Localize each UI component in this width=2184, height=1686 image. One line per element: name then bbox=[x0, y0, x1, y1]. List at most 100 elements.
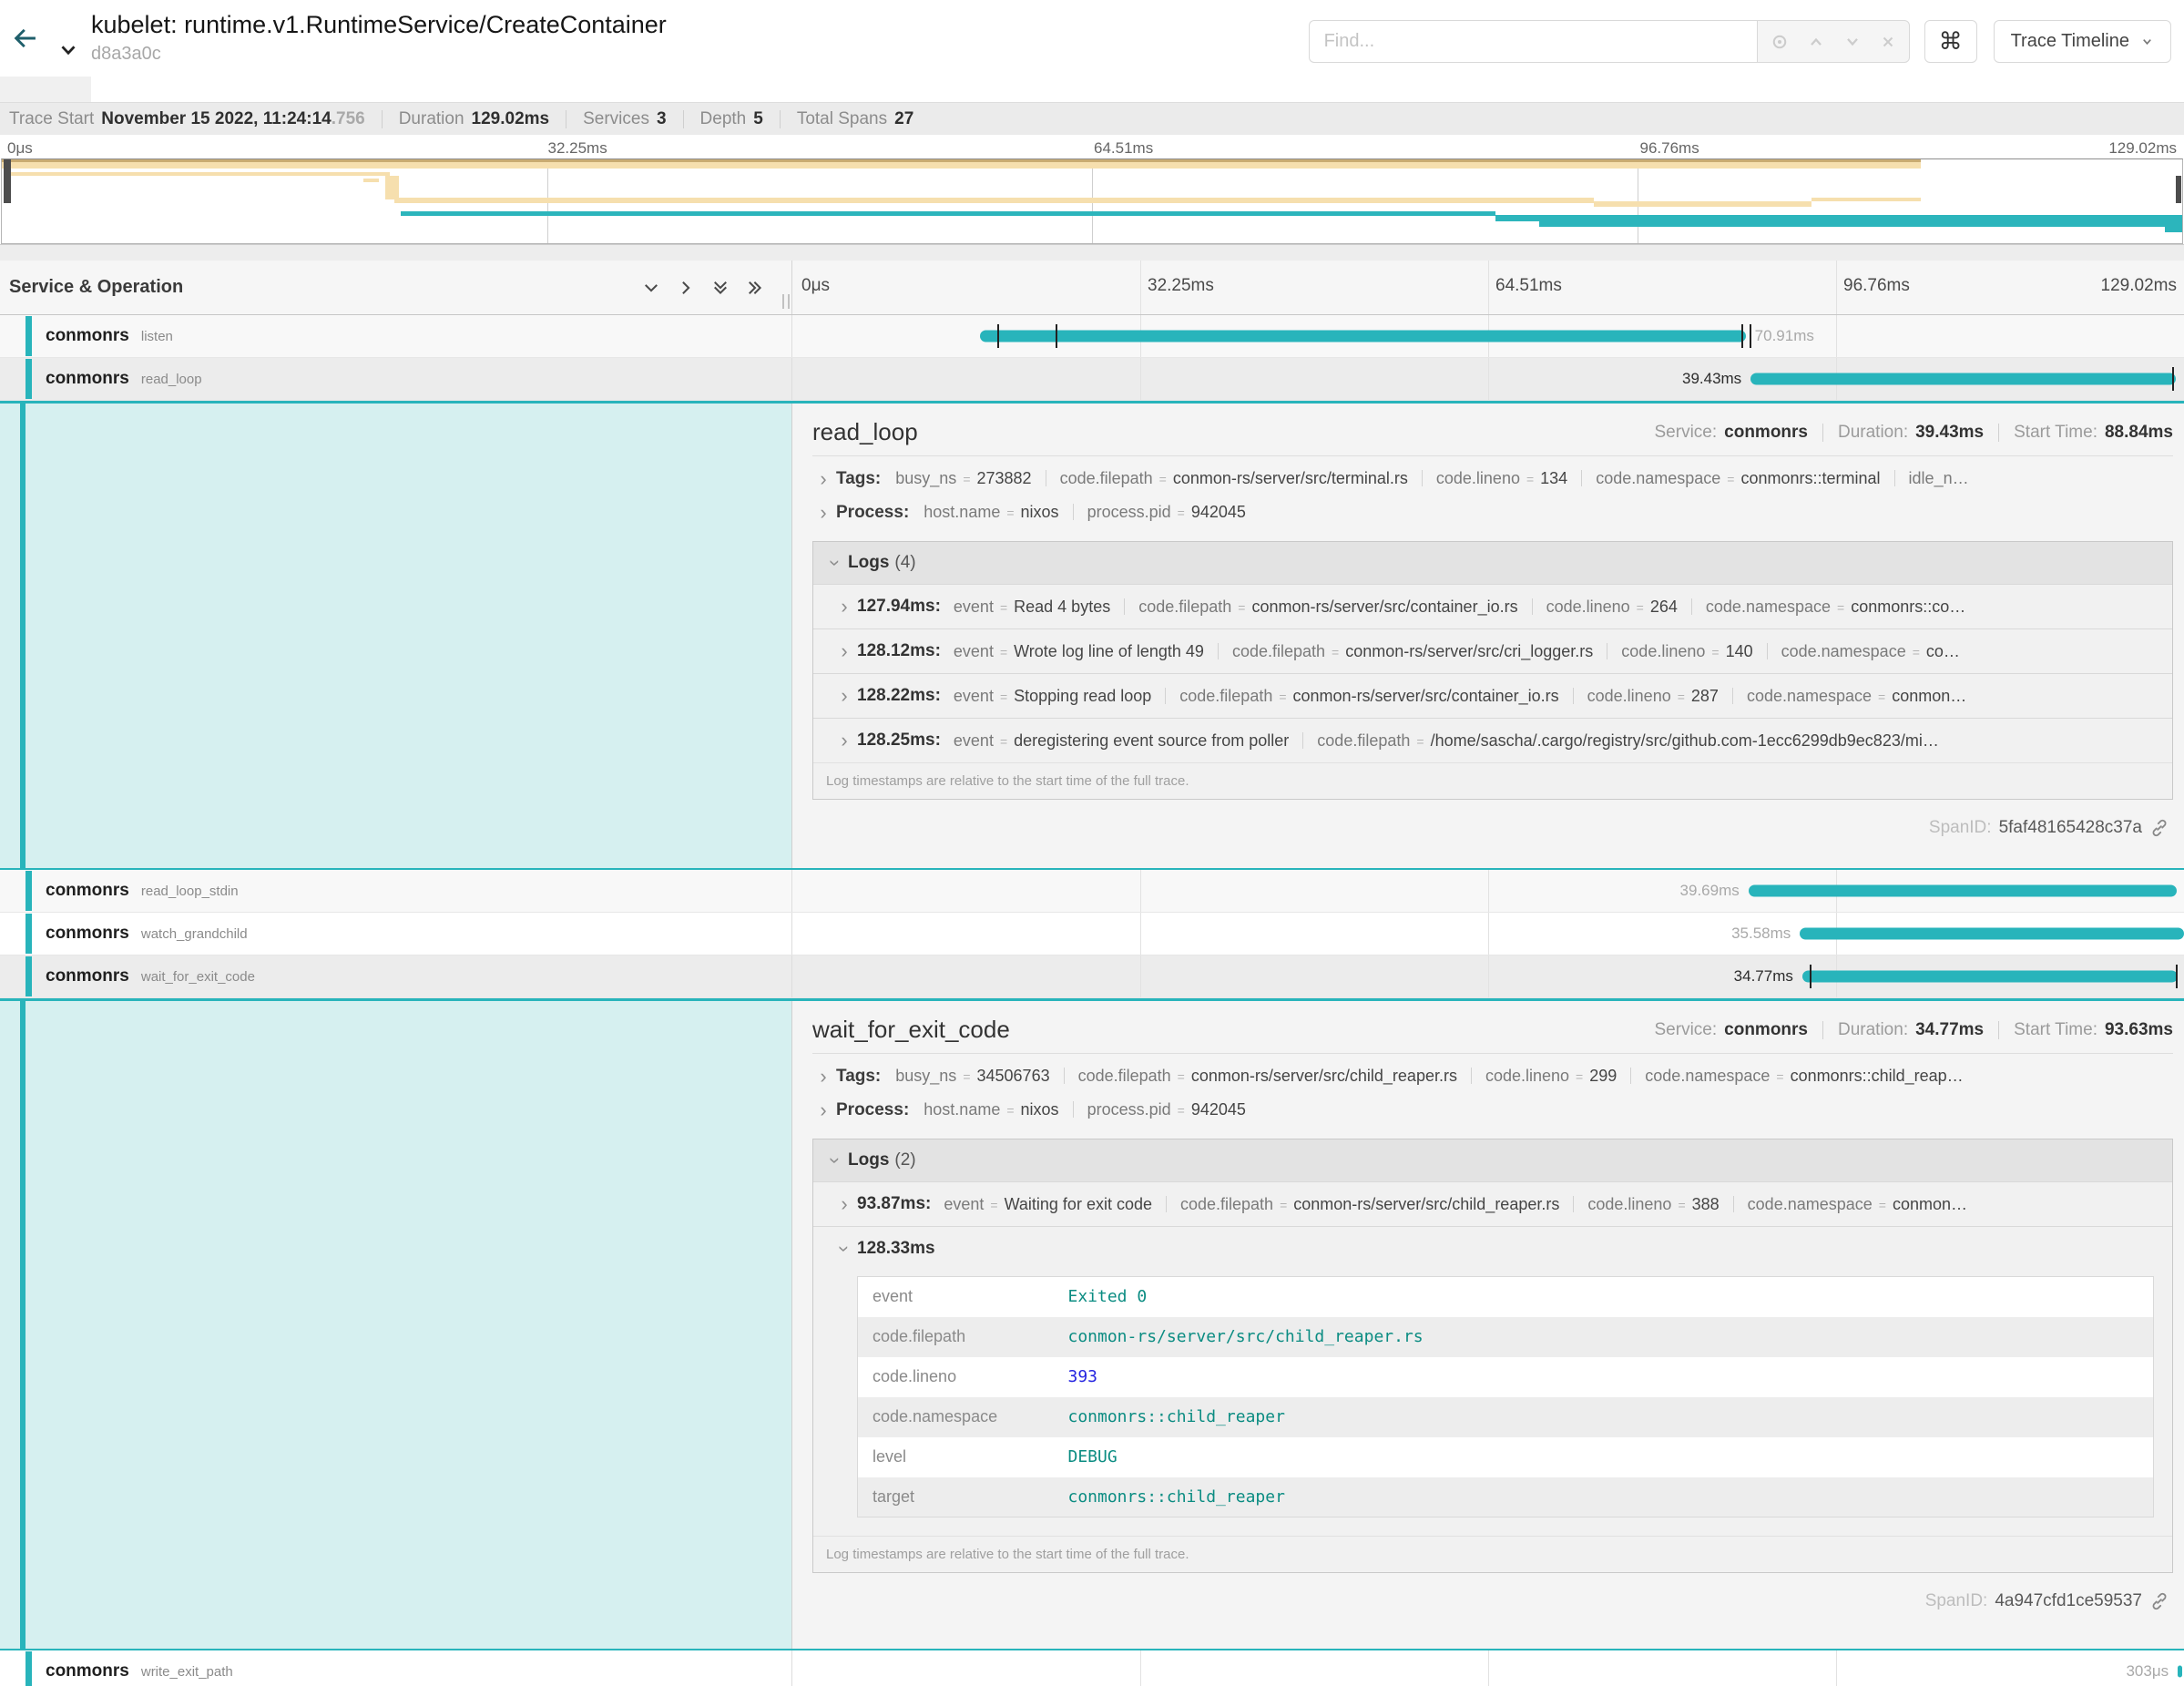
log-marker-tick bbox=[1810, 965, 1811, 988]
span-row-read-loop[interactable]: conmonrs read_loop 39.43ms bbox=[0, 358, 2184, 401]
logs-count: (2) bbox=[894, 1150, 915, 1170]
divider bbox=[780, 110, 781, 128]
expand-all-button[interactable] bbox=[746, 279, 764, 297]
timeline-cell[interactable]: 70.91ms bbox=[792, 315, 2184, 357]
keyboard-shortcuts-button[interactable]: ⌘ bbox=[1924, 20, 1977, 63]
expand-one-button[interactable] bbox=[677, 279, 695, 297]
chevron-down-icon bbox=[2140, 35, 2154, 48]
trace-view-dropdown[interactable]: Trace Timeline bbox=[1994, 20, 2171, 63]
span-row-listen[interactable]: conmonrs listen 70.91ms bbox=[0, 315, 2184, 358]
span-row-wait-for-exit-code[interactable]: conmonrs wait_for_exit_code 34.77ms bbox=[0, 955, 2184, 998]
chevron-right-icon bbox=[677, 279, 695, 297]
span-bar[interactable] bbox=[1800, 928, 2183, 940]
chevron-down-icon bbox=[1843, 33, 1862, 51]
timeline-cell[interactable]: 39.69ms bbox=[792, 870, 2184, 912]
collapse-one-button[interactable] bbox=[642, 279, 660, 297]
span-tree-guide bbox=[20, 1001, 26, 1649]
collapse-all-button[interactable] bbox=[711, 279, 730, 297]
span-bar[interactable] bbox=[980, 331, 1745, 342]
timeline-cell[interactable]: 34.77ms bbox=[792, 955, 2184, 997]
chevron-right-icon bbox=[812, 503, 834, 523]
deep-link-icon[interactable] bbox=[2149, 1591, 2169, 1611]
next-match-button[interactable] bbox=[1843, 33, 1862, 51]
field-value: conmon-rs/server/src/child_reaper.rs bbox=[1054, 1317, 2154, 1357]
log-field-row: code.namespaceconmonrs::child_reaper bbox=[858, 1397, 2154, 1437]
log-marker-tick bbox=[1750, 324, 1751, 348]
span-detail-meta: Service:conmonrs Duration:39.43ms Start … bbox=[1655, 423, 2174, 443]
span-bar[interactable] bbox=[2178, 1666, 2182, 1678]
summary-item: Total Spans27 bbox=[797, 109, 913, 129]
log-kv-list: event=Waiting for exit codecode.filepath… bbox=[944, 1195, 2172, 1214]
timeline-cell[interactable]: 39.43ms bbox=[792, 358, 2184, 400]
log-row[interactable]: 128.25ms: event=deregistering event sour… bbox=[813, 718, 2172, 762]
find-input[interactable] bbox=[1309, 20, 1757, 63]
span-row-watch-grandchild[interactable]: conmonrs watch_grandchild 35.58ms bbox=[0, 913, 2184, 955]
log-row[interactable]: 128.22ms: event=Stopping read loopcode.f… bbox=[813, 673, 2172, 718]
kv-key: code.namespace bbox=[1645, 1067, 1770, 1085]
process-accordion[interactable]: Process: host.name=nixosprocess.pid=9420… bbox=[812, 496, 2173, 529]
divider bbox=[382, 110, 383, 128]
spanid-label: SpanID: bbox=[1925, 1591, 1988, 1611]
field-value: DEBUG bbox=[1054, 1437, 2154, 1477]
kv-value: 299 bbox=[1589, 1067, 1617, 1085]
kv-value: /home/sascha/.cargo/registry/src/github.… bbox=[1431, 731, 1939, 750]
operation-name: watch_grandchild bbox=[141, 926, 248, 942]
log-row[interactable]: 128.12ms: event=Wrote log line of length… bbox=[813, 628, 2172, 673]
back-button[interactable] bbox=[0, 9, 51, 67]
kv-key: process.pid bbox=[1087, 1100, 1171, 1119]
kv-key: code.lineno bbox=[1546, 598, 1630, 616]
field-value: Exited 0 bbox=[1054, 1277, 2154, 1317]
column-resizer-handle[interactable] bbox=[782, 294, 790, 309]
ruler-tick: 96.76ms bbox=[1640, 139, 1699, 158]
span-bar[interactable] bbox=[1750, 373, 2176, 385]
trace-header-collapse-button[interactable] bbox=[51, 9, 86, 67]
chevron-right-icon bbox=[812, 1067, 834, 1087]
process-accordion[interactable]: Process: host.name=nixosprocess.pid=9420… bbox=[812, 1093, 2173, 1127]
span-bar[interactable] bbox=[1749, 885, 2178, 897]
minimap[interactable] bbox=[1, 158, 2183, 244]
field-value: 393 bbox=[1054, 1357, 2154, 1397]
timeline-cell[interactable]: 35.58ms bbox=[792, 913, 2184, 955]
spacer bbox=[0, 244, 2184, 261]
kv-value: conmon-rs/server/src/cri_logger.rs bbox=[1345, 642, 1593, 660]
kv-value: conmonrs::terminal bbox=[1740, 469, 1880, 487]
logs-header[interactable]: Logs (2) bbox=[813, 1139, 2172, 1181]
logs-header[interactable]: Logs (4) bbox=[813, 542, 2172, 584]
kv-value: Waiting for exit code bbox=[1005, 1195, 1152, 1213]
span-row-write-exit-path[interactable]: conmonrs write_exit_path 303μs bbox=[0, 1650, 2184, 1686]
span-bar[interactable] bbox=[1802, 971, 2178, 983]
arrow-left-icon bbox=[10, 23, 41, 54]
span-duration-label: 70.91ms bbox=[1755, 327, 1814, 345]
chevron-right-icon bbox=[812, 469, 834, 489]
field-key: code.namespace bbox=[858, 1397, 1054, 1437]
span-row-read-loop-stdin[interactable]: conmonrs read_loop_stdin 39.69ms bbox=[0, 870, 2184, 913]
minimap-span-segment bbox=[2176, 176, 2181, 203]
kv-key: code.filepath bbox=[1317, 731, 1410, 750]
span-detail-meta: Service:conmonrs Duration:34.77ms Start … bbox=[1655, 1020, 2174, 1040]
close-icon bbox=[1880, 34, 1896, 50]
field-value: conmonrs::child_reaper bbox=[1054, 1397, 2154, 1437]
log-row[interactable]: 93.87ms: event=Waiting for exit codecode… bbox=[813, 1181, 2172, 1226]
chevron-down-icon bbox=[825, 552, 845, 574]
prev-match-button[interactable] bbox=[1807, 33, 1825, 51]
log-row-expanded[interactable]: 128.33ms bbox=[813, 1226, 2172, 1271]
log-marker-tick bbox=[2172, 367, 2174, 391]
timeline-cell[interactable]: 303μs bbox=[792, 1650, 2184, 1686]
log-field-row: code.lineno393 bbox=[858, 1357, 2154, 1397]
double-chevron-right-icon bbox=[746, 279, 764, 297]
ruler-tick: 96.76ms bbox=[1843, 276, 1910, 296]
operation-name: read_loop bbox=[141, 372, 202, 387]
locate-match-button[interactable] bbox=[1771, 33, 1789, 51]
deep-link-icon[interactable] bbox=[2149, 818, 2169, 838]
service-name: conmonrs bbox=[46, 881, 129, 901]
kv-value: 34506763 bbox=[977, 1067, 1050, 1085]
tags-accordion[interactable]: Tags: busy_ns=273882code.filepath=conmon… bbox=[812, 462, 2173, 496]
service-name: conmonrs bbox=[46, 1661, 129, 1681]
tags-accordion[interactable]: Tags: busy_ns=34506763code.filepath=conm… bbox=[812, 1059, 2173, 1093]
trace-title-block: kubelet: runtime.v1.RuntimeService/Creat… bbox=[91, 9, 667, 66]
log-row[interactable]: 127.94ms: event=Read 4 bytescode.filepat… bbox=[813, 584, 2172, 628]
operation-name: wait_for_exit_code bbox=[141, 969, 255, 985]
chevron-right-icon bbox=[833, 641, 855, 661]
clear-search-button[interactable] bbox=[1880, 34, 1896, 50]
ruler-tick: 64.51ms bbox=[1094, 139, 1153, 158]
